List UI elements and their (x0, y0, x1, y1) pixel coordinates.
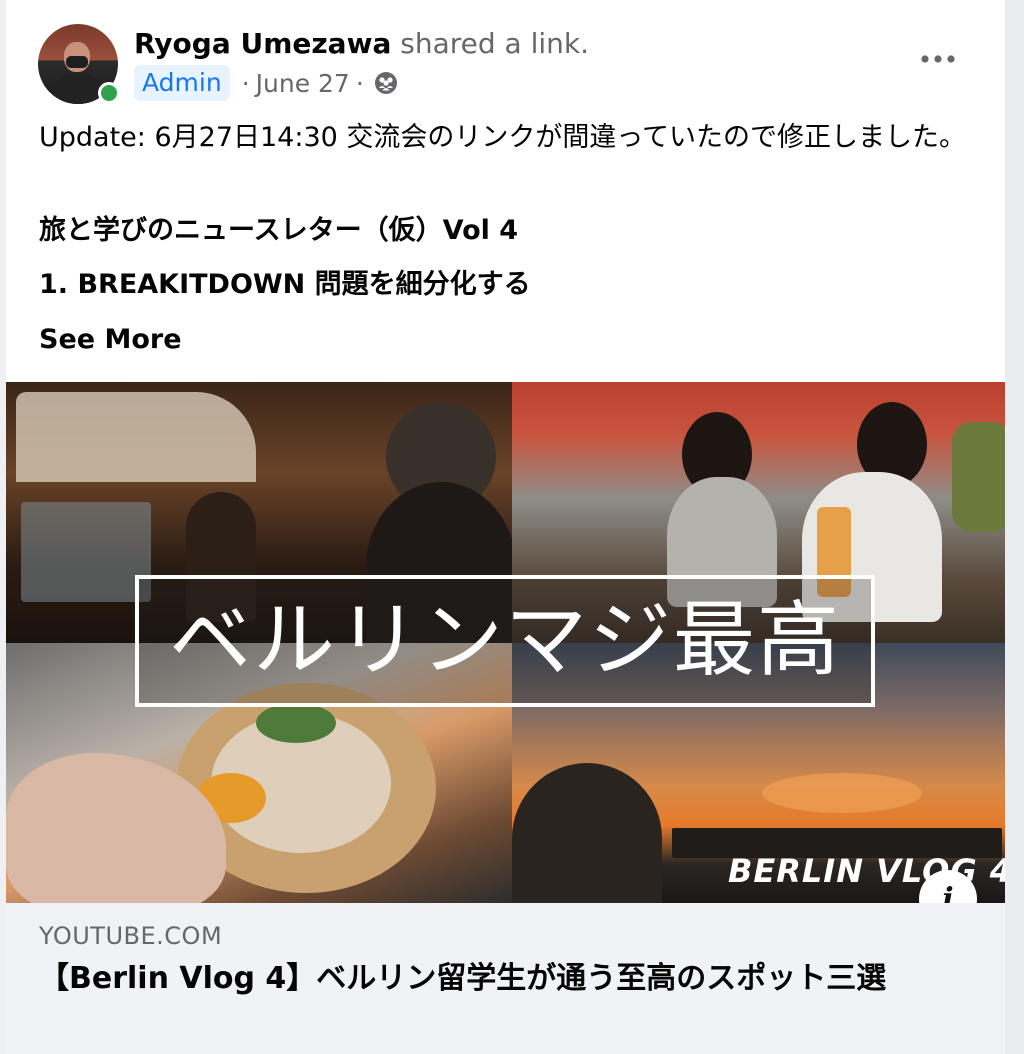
see-more-link[interactable]: See More (39, 321, 182, 359)
newsletter-section-heading: 1. BREAKITDOWN 問題を細分化する (39, 269, 531, 300)
meta-separator: · (355, 68, 364, 98)
newsletter-heading: 旅と学びのニュースレター（仮）Vol 4 (39, 215, 519, 246)
post-body-text: Update: 6月27日14:30 交流会のリンクが間違っていたので修正しまし… (39, 122, 967, 153)
feed-post-card: Ryoga Umezawa shared a link. Admin · Jun… (6, 0, 1005, 1054)
page-gutter (1005, 0, 1024, 1054)
thumbnail-title-text: ベルリンマジ最高 (168, 593, 841, 688)
admin-badge[interactable]: Admin (134, 65, 230, 101)
post-meta: Admin · June 27 · (134, 64, 398, 102)
online-status-indicator (98, 82, 120, 104)
link-domain: YOUTUBE.COM (39, 922, 223, 950)
post-action-text: shared a link. (400, 27, 590, 60)
link-preview-image[interactable]: ベルリンマジ最高 BERLIN VLOG 4 i (6, 382, 1005, 903)
post-date-link[interactable]: June 27 (256, 69, 350, 98)
link-preview-footer[interactable]: YOUTUBE.COM 【Berlin Vlog 4】ベルリン留学生が通う至高の… (6, 903, 1005, 1054)
link-title[interactable]: 【Berlin Vlog 4】ベルリン留学生が通う至高のスポット三選 (39, 958, 939, 1000)
post-options-button[interactable] (914, 44, 962, 74)
author-name-link[interactable]: Ryoga Umezawa (134, 27, 391, 60)
post-header-line: Ryoga Umezawa shared a link. (134, 26, 589, 62)
friends-group-icon[interactable] (374, 71, 398, 95)
info-icon: i (942, 881, 954, 904)
thumbnail-title-box: ベルリンマジ最高 (135, 575, 875, 707)
more-horizontal-icon (921, 55, 955, 63)
meta-separator: · (241, 68, 250, 98)
